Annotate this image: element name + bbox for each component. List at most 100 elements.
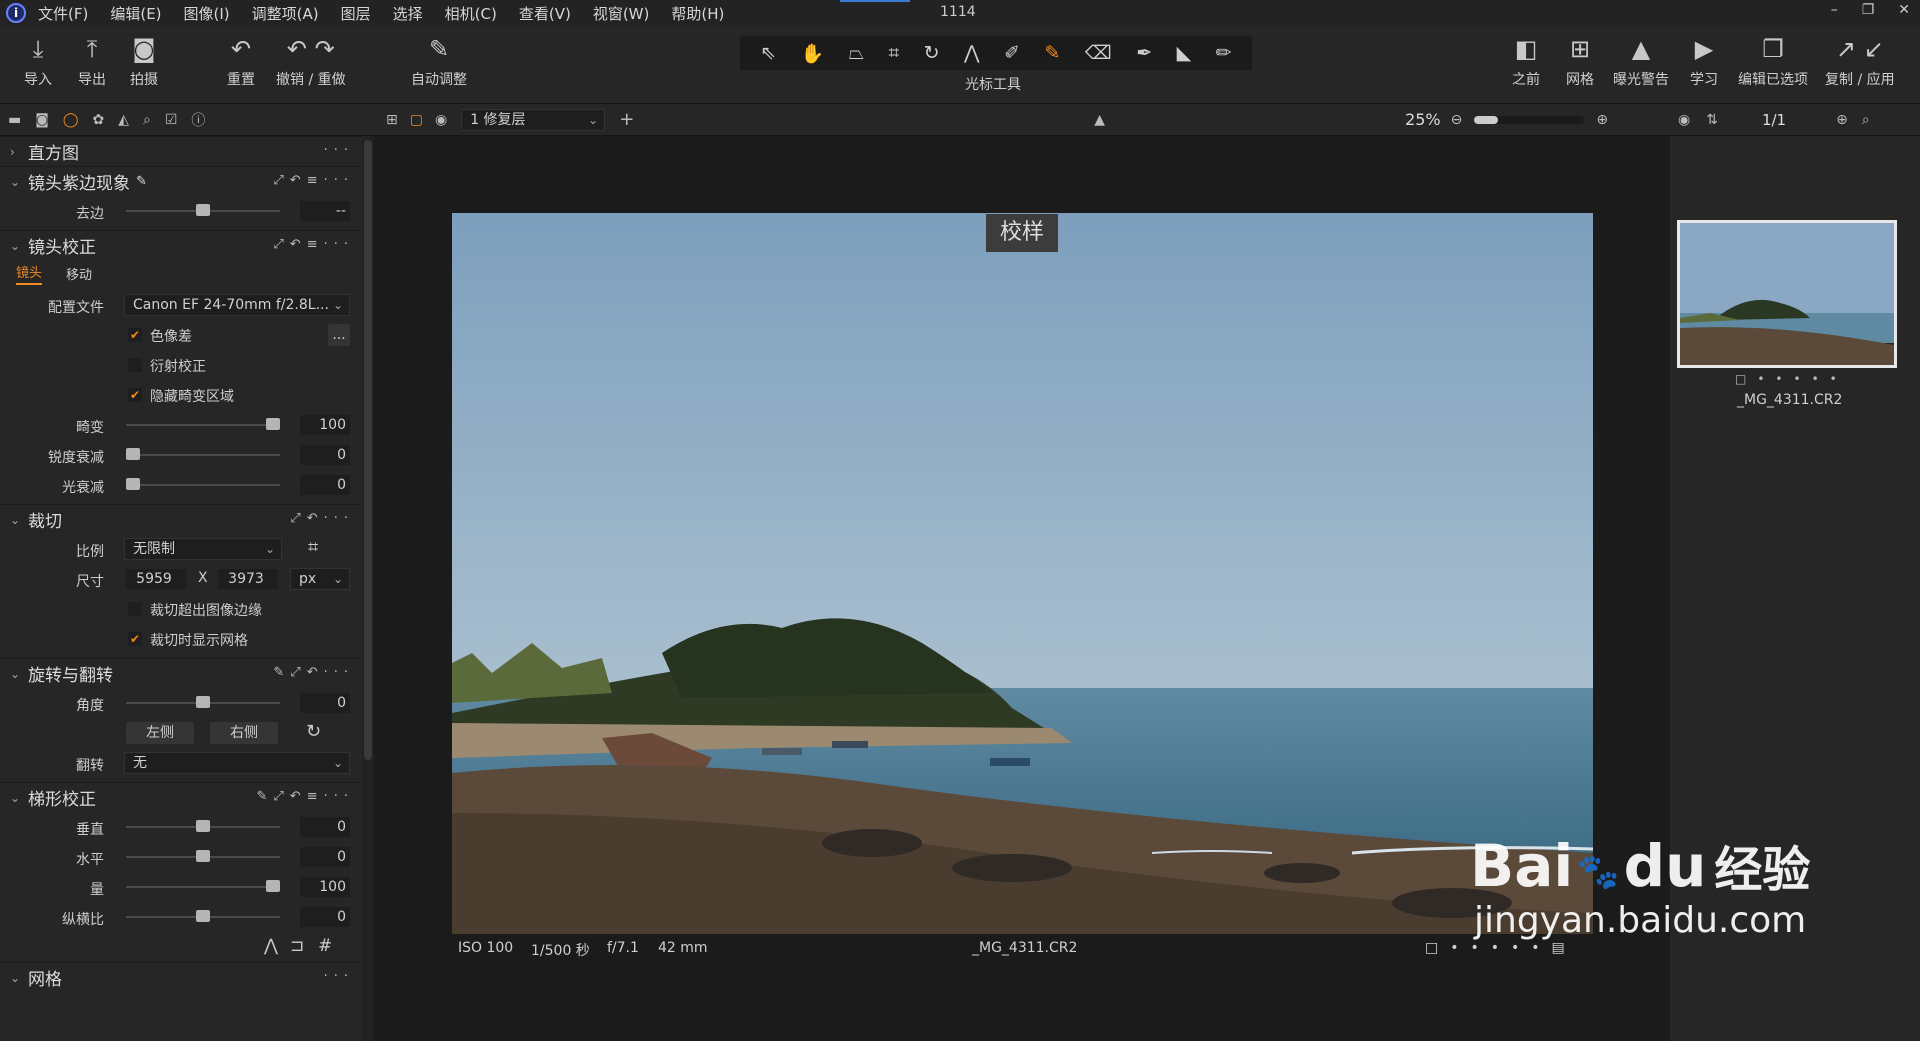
slider-knob[interactable] [126,478,140,490]
tab-lens[interactable]: 镜头 [16,262,43,285]
menu-select[interactable]: 选择 [393,3,423,24]
rotate-header[interactable]: ⌄ 旋转与翻转 ✎⤢↶··· [0,658,374,688]
details-tab-icon[interactable]: ⌕ [143,112,151,128]
capture-button[interactable]: ◙ 拍摄 [130,34,158,89]
rotate-free-icon[interactable]: ↻ [306,721,321,742]
camera-tab-icon[interactable]: ◙ [35,112,49,128]
sort-icon[interactable]: ⇅ [1706,112,1718,128]
slider-knob[interactable] [196,850,210,862]
crop-outside-checkbox[interactable] [128,602,142,616]
before-button[interactable]: ◧ 之前 [1512,34,1540,89]
crop-width-input[interactable]: 5959 [126,569,186,589]
menu-file[interactable]: 文件(F) [38,3,88,24]
layer-dropdown[interactable]: 1 修复层 ⌄ [461,108,606,131]
undo-redo-button[interactable]: ↶ ↷ 撤销 / 重做 [276,34,346,89]
edit-selected-button[interactable]: ❐ 编辑已选项 [1738,34,1808,89]
annotate-icon[interactable]: ✏ [1216,42,1232,64]
keystone-header[interactable]: ⌄ 梯形校正 ✎⤢↶≡··· [0,782,374,812]
grid-button[interactable]: ⊞ 网格 [1566,34,1594,89]
grid-section-header[interactable]: ⌄ 网格 ··· [0,962,374,992]
section-actions-icon[interactable]: ⤢↶··· [290,511,354,526]
ratio-dropdown[interactable]: 无限制 ⌄ [124,538,282,560]
distortion-slider[interactable] [126,418,280,430]
keystone-horizontal-icon[interactable]: ⊐ [290,936,304,956]
horizontal-value[interactable]: 0 [300,847,350,867]
slider-knob[interactable] [196,696,210,708]
hide-distorted-checkbox[interactable]: ✔ [128,388,142,402]
crop-height-input[interactable]: 3973 [218,569,278,589]
image-thumbnail[interactable] [1677,220,1897,368]
angle-slider[interactable] [126,696,280,708]
tab-move[interactable]: 移动 [66,264,92,283]
info-tab-icon[interactable]: ⓘ [191,110,205,130]
angle-value[interactable]: 0 [300,693,350,713]
diffraction-checkbox[interactable] [128,358,142,372]
rotate-left-button[interactable]: 左侧 [126,722,194,744]
slider-knob[interactable] [196,910,210,922]
straighten-icon[interactable]: ⋀ [964,42,980,64]
panel-scrollbar-thumb[interactable] [364,140,372,760]
histogram-header[interactable]: › 直方图 ··· [0,136,374,166]
defringe-slider[interactable] [126,204,280,216]
menu-image[interactable]: 图像(I) [184,3,230,24]
flip-dropdown[interactable]: 无 ⌄ [124,752,350,774]
more-icon[interactable]: ··· [324,143,354,158]
amount-slider[interactable] [126,880,280,892]
menu-camera[interactable]: 相机(C) [445,3,497,24]
crop-tool-icon[interactable]: ⌗ [308,537,318,558]
auto-adjust-button[interactable]: ✎ 自动调整 [411,34,467,89]
close-icon[interactable]: ✕ [1898,2,1910,18]
slider-knob[interactable] [196,820,210,832]
slider-knob[interactable] [266,880,280,892]
vertical-slider[interactable] [126,820,280,832]
view-eye-icon[interactable]: ◉ [1678,112,1690,128]
picker-small-icon[interactable]: ✎ [136,174,147,189]
slider-knob[interactable] [266,418,280,430]
single-view-icon[interactable]: ▢ [410,112,423,128]
keystone-icon[interactable]: ⏢ [849,42,864,64]
amount-value[interactable]: 100 [300,877,350,897]
slider-knob[interactable] [196,204,210,216]
export-button[interactable]: ⤒ 导出 [78,34,106,89]
select-arrow-icon[interactable]: ⇖ [760,42,776,64]
chromatic-more-button[interactable]: ... [328,324,350,346]
section-actions-icon[interactable]: ⤢↶≡··· [273,173,354,188]
rotate-right-button[interactable]: 右侧 [210,722,278,744]
erase-icon[interactable]: ⌫ [1085,42,1112,64]
picker-icon[interactable]: ✒ [1136,42,1152,64]
sharpness-slider[interactable] [126,448,280,460]
menu-help[interactable]: 帮助(H) [671,3,724,24]
copy-apply-button[interactable]: ↗ ↙ 复制 / 应用 [1825,34,1895,89]
more-icon[interactable]: ··· [324,969,354,984]
crop-icon[interactable]: ⌗ [888,42,899,64]
light-falloff-slider[interactable] [126,478,280,490]
search-icon[interactable]: ⌕ [1862,112,1870,128]
distortion-value[interactable]: 100 [300,415,350,435]
vertical-value[interactable]: 0 [300,817,350,837]
sharpness-value[interactable]: 0 [300,445,350,465]
slider-knob[interactable] [126,448,140,460]
reset-button[interactable]: ↶ 重置 [227,34,255,89]
lens-tab-icon[interactable]: ◯ [63,112,79,128]
purple-fringe-header[interactable]: ⌄ 镜头紫边现象 ✎ ⤢↶≡··· [0,166,374,196]
unit-dropdown[interactable]: px ⌄ [290,568,350,590]
chromatic-checkbox[interactable]: ✔ [128,328,142,342]
zoom-in-icon[interactable]: ⊕ [1596,112,1608,128]
menu-view[interactable]: 查看(V) [519,3,571,24]
crop-header[interactable]: ⌄ 裁切 ⤢↶··· [0,504,374,534]
exposure-tab-icon[interactable]: ◭ [118,112,129,128]
aspect-value[interactable]: 0 [300,907,350,927]
horizontal-slider[interactable] [126,850,280,862]
section-actions-icon[interactable]: ⤢↶≡··· [273,237,354,252]
rotate-icon[interactable]: ↻ [924,42,940,64]
grid-view-icon[interactable]: ⊞ [386,112,398,128]
zoom-out-icon[interactable]: ⊖ [1451,112,1463,128]
keystone-full-icon[interactable]: # [318,936,332,956]
menu-edit[interactable]: 编辑(E) [110,3,161,24]
maximize-icon[interactable]: ❐ [1862,2,1875,18]
profile-dropdown[interactable]: Canon EF 24-70mm f/2.8L... ⌄ [124,294,350,316]
section-actions-icon[interactable]: ✎⤢↶··· [273,665,354,680]
pan-hand-icon[interactable]: ✋ [801,42,825,65]
photo-preview[interactable] [452,213,1593,934]
zoom-browser-icon[interactable]: ⊕ [1836,112,1848,128]
